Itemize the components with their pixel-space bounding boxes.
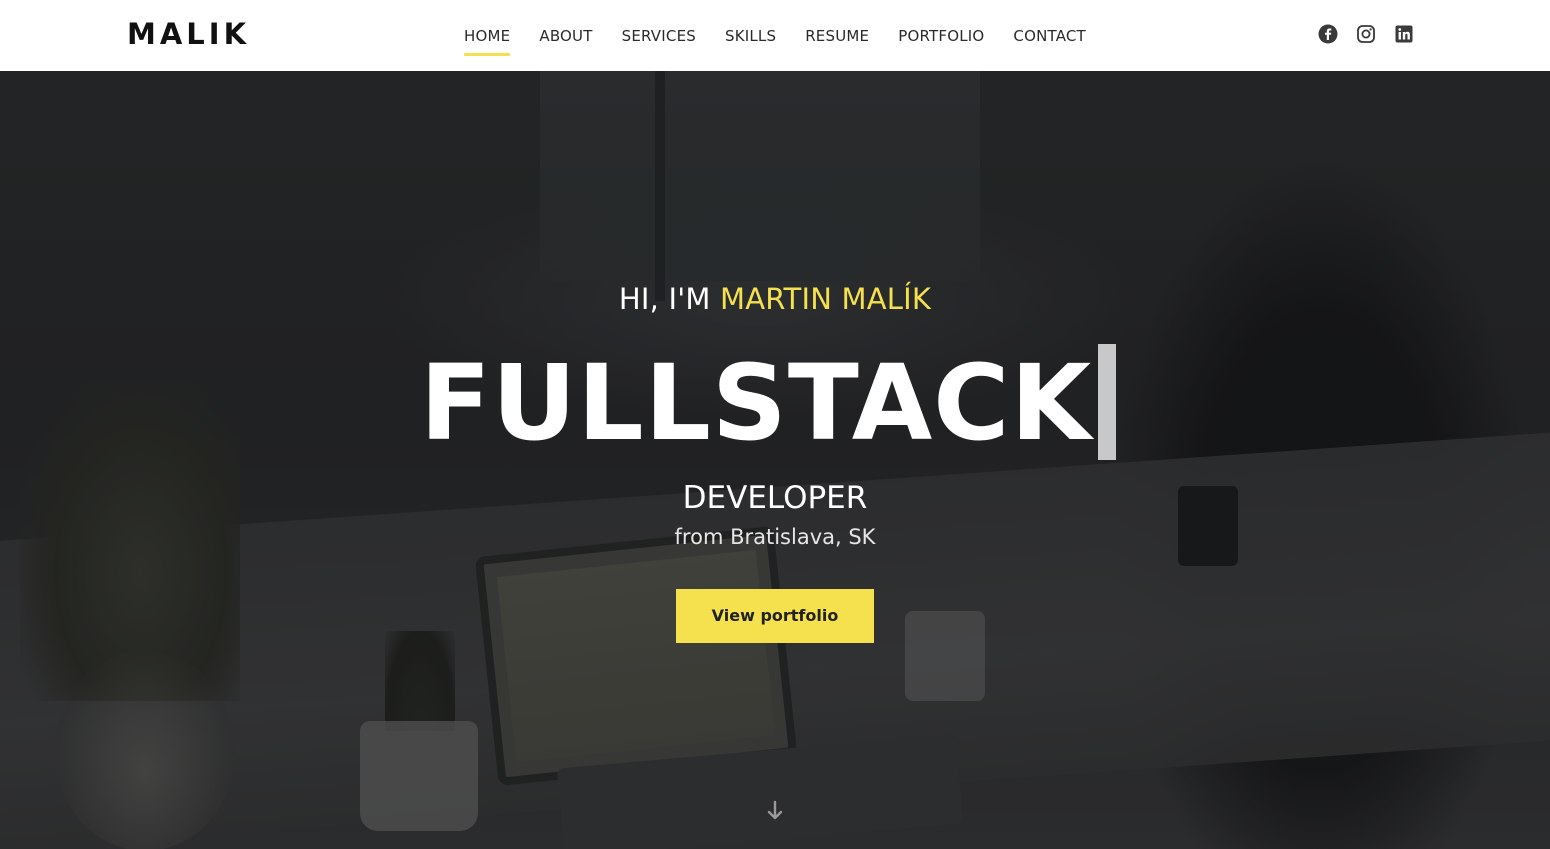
hero-name: MARTIN MALÍK: [720, 282, 932, 316]
nav-item-portfolio[interactable]: PORTFOLIO: [898, 26, 984, 46]
hero-section: HI, I'M MARTIN MALÍK FULLSTACK DEVELOPER…: [0, 71, 1550, 849]
arrow-down-icon[interactable]: [765, 799, 785, 823]
facebook-icon[interactable]: [1318, 24, 1338, 44]
hero-greeting: HI, I'M MARTIN MALÍK: [0, 279, 1550, 319]
hero-role: DEVELOPER: [682, 480, 868, 516]
view-portfolio-button[interactable]: View portfolio: [676, 589, 874, 643]
hero-title: FULLSTACK: [419, 342, 1093, 464]
social-links: [1318, 24, 1414, 44]
instagram-icon[interactable]: [1356, 24, 1376, 44]
hero-greeting-prefix: HI, I'M: [618, 282, 721, 316]
nav-item-contact[interactable]: CONTACT: [1013, 26, 1086, 46]
hero-title-wrap: FULLSTACK: [0, 338, 1550, 468]
nav-item-skills[interactable]: SKILLS: [725, 26, 776, 46]
linkedin-icon[interactable]: [1394, 24, 1414, 44]
nav-item-about[interactable]: ABOUT: [539, 26, 592, 46]
nav-item-services[interactable]: SERVICES: [622, 26, 696, 46]
nav-item-resume[interactable]: RESUME: [805, 26, 869, 46]
site-header: MALIK HOME ABOUT SERVICES SKILLS RESUME …: [0, 0, 1550, 71]
hero-location: from Bratislava, SK: [674, 525, 876, 549]
nav-item-home[interactable]: HOME: [464, 26, 511, 56]
typing-caret: [1098, 344, 1117, 460]
